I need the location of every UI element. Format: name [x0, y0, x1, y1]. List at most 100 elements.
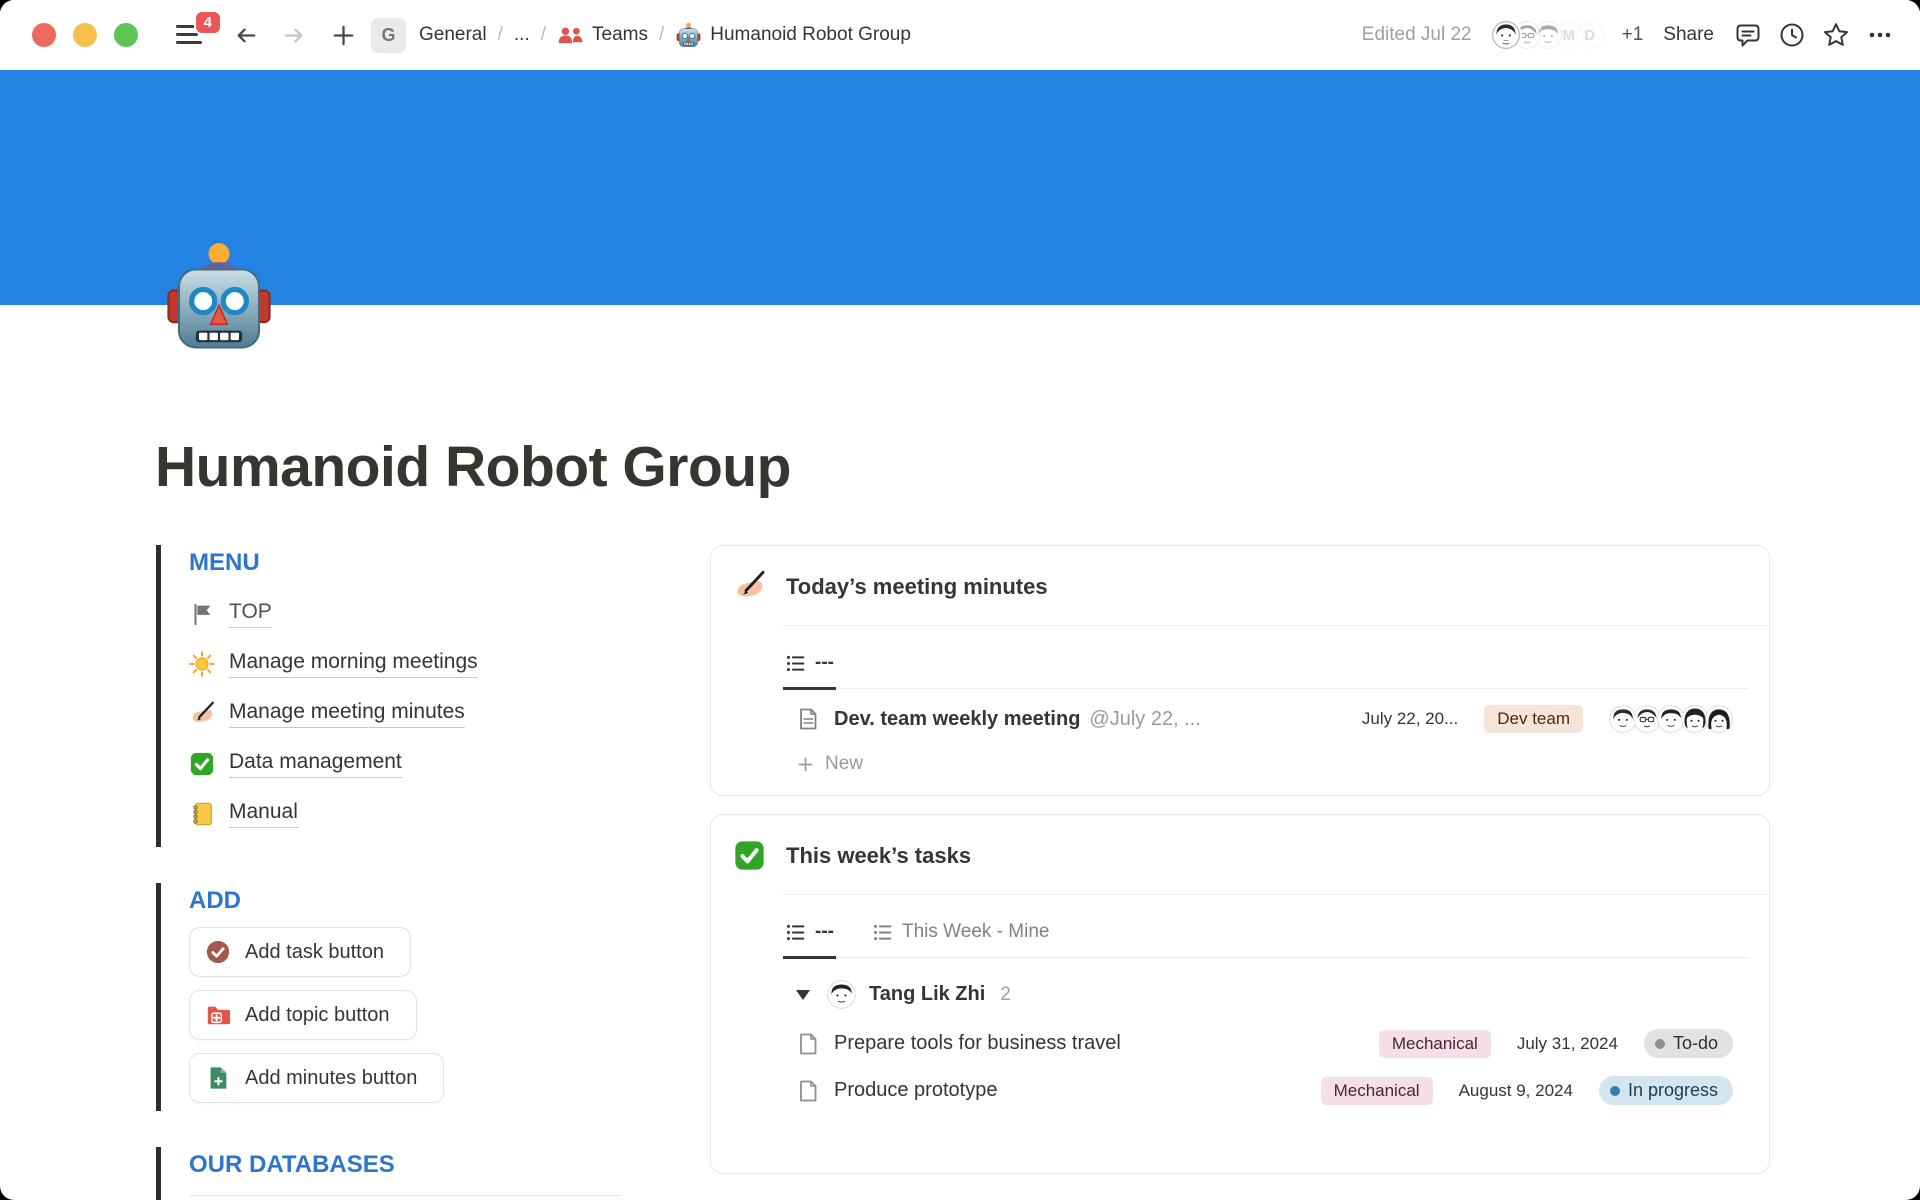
status-dot: [1610, 1086, 1620, 1096]
group-count: 2: [1000, 984, 1011, 1006]
menu-link-manual[interactable]: Manual: [189, 789, 620, 839]
page-icon: [796, 1032, 820, 1056]
notebook-icon: [189, 801, 215, 827]
add-section-title: ADD: [189, 887, 620, 915]
top-bar: 4 G General / ... / Teams / Humanoid Rob…: [0, 0, 1920, 70]
menu-link-meeting-minutes[interactable]: Manage meeting minutes: [189, 689, 620, 739]
menu-link-morning-meetings[interactable]: Manage morning meetings: [189, 639, 620, 689]
add-topic-button[interactable]: Add topic button: [189, 990, 417, 1040]
more-ellipsis-icon[interactable]: [1866, 21, 1894, 49]
attendee-avatars: [1609, 705, 1733, 733]
menu-section: MENU TOP Manage morning meetings Manage …: [156, 545, 620, 847]
notification-badge: 4: [194, 10, 222, 35]
category-tag[interactable]: Mechanical: [1379, 1030, 1491, 1058]
back-icon[interactable]: [232, 22, 259, 49]
page-title[interactable]: Humanoid Robot Group: [155, 434, 791, 500]
status-badge[interactable]: In progress: [1599, 1076, 1733, 1105]
status-dot: [1655, 1039, 1665, 1049]
favorite-star-icon[interactable]: [1822, 21, 1850, 49]
view-tab-default[interactable]: ---: [783, 921, 836, 959]
zoom-window-button[interactable]: [114, 23, 138, 47]
folder-plus-icon: [205, 1002, 231, 1028]
collapse-arrow-icon[interactable]: [796, 990, 810, 1000]
meeting-title[interactable]: Dev. team weekly meeting: [834, 708, 1080, 731]
list-view-icon: [872, 922, 893, 943]
menu-link-data-management[interactable]: Data management: [189, 739, 620, 789]
writing-hand-icon: [189, 701, 215, 727]
add-section: ADD Add task button Add topic button Add…: [156, 883, 620, 1111]
comments-icon[interactable]: [1734, 21, 1762, 49]
assignee-avatar: [827, 980, 856, 1009]
task-title[interactable]: Produce prototype: [834, 1079, 997, 1102]
breadcrumb: General / ... / Teams / Humanoid Robot G…: [419, 22, 911, 49]
breadcrumb-workspace[interactable]: General: [419, 24, 487, 46]
left-column: MENU TOP Manage morning meetings Manage …: [156, 545, 620, 1200]
view-tab-this-week-mine[interactable]: This Week - Mine: [870, 921, 1051, 957]
breadcrumb-separator: /: [541, 24, 546, 46]
forward-icon[interactable]: [281, 22, 308, 49]
card-title: This week’s tasks: [786, 843, 971, 869]
page-body: MENU TOP Manage morning meetings Manage …: [156, 545, 1770, 1200]
sun-icon: [189, 651, 215, 677]
breadcrumb-page[interactable]: Humanoid Robot Group: [675, 22, 911, 49]
window-controls: [32, 23, 138, 47]
edited-timestamp: Edited Jul 22: [1362, 24, 1472, 46]
add-task-button[interactable]: Add task button: [189, 927, 411, 977]
page-icon: [796, 707, 820, 731]
task-check-icon: [205, 939, 231, 965]
workspace-chip[interactable]: G: [371, 18, 406, 53]
divider: [189, 1195, 620, 1196]
list-view-icon: [785, 653, 806, 674]
new-row-button[interactable]: New: [783, 747, 1749, 795]
writing-hand-icon: [733, 570, 766, 603]
viewer-avatars[interactable]: M D: [1490, 19, 1606, 51]
meeting-row: Dev. team weekly meeting @July 22, ... J…: [783, 689, 1749, 747]
breadcrumb-teams[interactable]: Teams: [557, 22, 648, 49]
databases-section-title: OUR DATABASES: [189, 1151, 620, 1179]
menu-section-title: MENU: [189, 549, 620, 577]
avatar: [1490, 19, 1522, 51]
task-title[interactable]: Prepare tools for business travel: [834, 1032, 1121, 1055]
add-minutes-button[interactable]: Add minutes button: [189, 1053, 444, 1103]
status-badge[interactable]: To-do: [1644, 1029, 1733, 1058]
history-icon[interactable]: [1778, 21, 1806, 49]
view-tabs: ---: [783, 626, 1749, 689]
date-mention[interactable]: @July 22, ...: [1089, 708, 1200, 731]
more-viewers-count[interactable]: +1: [1622, 24, 1644, 46]
close-window-button[interactable]: [32, 23, 56, 47]
breadcrumb-ellipsis[interactable]: ...: [514, 24, 530, 46]
page-robot-icon[interactable]: [166, 240, 272, 358]
minimize-window-button[interactable]: [73, 23, 97, 47]
robot-icon: [675, 22, 702, 49]
task-row: Prepare tools for business travel Mechan…: [783, 1019, 1749, 1072]
databases-section: OUR DATABASES Minutes DB: [156, 1147, 620, 1200]
page-icon: [796, 1079, 820, 1103]
flag-icon: [189, 601, 215, 627]
meeting-minutes-card: Today’s meeting minutes --- Dev. team we…: [710, 545, 1770, 796]
file-plus-icon: [205, 1065, 231, 1091]
plus-icon: [796, 755, 815, 774]
page-cover[interactable]: [0, 70, 1920, 305]
breadcrumb-separator: /: [659, 24, 664, 46]
new-tab-icon[interactable]: [330, 22, 357, 49]
assignee-name[interactable]: Tang Lik Zhi: [869, 983, 985, 1006]
weekly-tasks-card: This week’s tasks --- This Week - Mine: [710, 814, 1770, 1174]
check-mark-icon: [733, 839, 766, 872]
assignee-group-row: Tang Lik Zhi 2: [783, 958, 1749, 1019]
list-view-icon: [785, 922, 806, 943]
right-column: Today’s meeting minutes --- Dev. team we…: [710, 545, 1770, 1200]
task-due-date[interactable]: July 31, 2024: [1517, 1034, 1618, 1054]
check-mark-icon: [189, 751, 215, 777]
meeting-date[interactable]: July 22, 20...: [1362, 709, 1458, 729]
view-tab-default[interactable]: ---: [783, 652, 836, 690]
menu-link-top[interactable]: TOP: [189, 589, 620, 639]
sidebar-toggle-icon[interactable]: 4: [176, 22, 206, 48]
teams-people-icon: [557, 22, 584, 49]
team-tag[interactable]: Dev team: [1484, 705, 1583, 733]
task-row: Produce prototype Mechanical August 9, 2…: [783, 1072, 1749, 1119]
category-tag[interactable]: Mechanical: [1321, 1077, 1433, 1105]
avatar: [1705, 705, 1733, 733]
share-button[interactable]: Share: [1663, 24, 1714, 46]
app-window: 4 G General / ... / Teams / Humanoid Rob…: [0, 0, 1920, 1200]
task-due-date[interactable]: August 9, 2024: [1459, 1081, 1573, 1101]
